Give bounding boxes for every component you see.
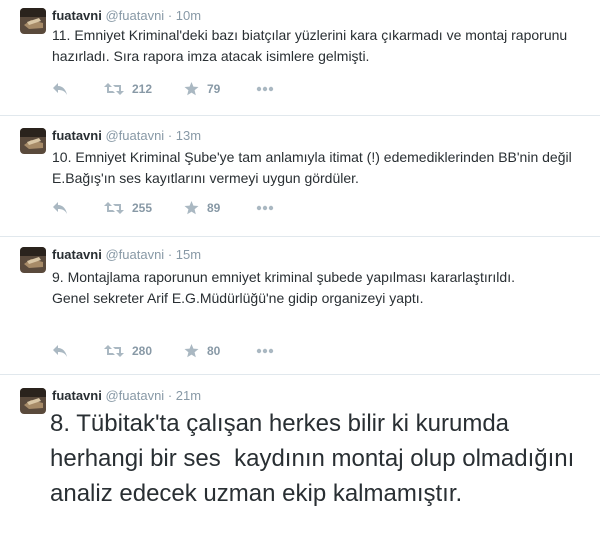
more-button[interactable] — [256, 79, 274, 99]
username[interactable]: @fuatavni — [105, 247, 164, 262]
tweet-actions: 212 79 — [52, 79, 452, 99]
more-dots-icon — [256, 205, 274, 211]
reply-button[interactable] — [52, 198, 68, 218]
retweet-button[interactable]: 280 — [104, 341, 152, 361]
favorite-count: 89 — [207, 201, 221, 215]
star-icon — [184, 82, 199, 96]
retweet-icon — [104, 201, 124, 215]
retweet-button[interactable]: 212 — [104, 79, 152, 99]
tweet[interactable]: fuatavni @fuatavni · 13m 10. Emniyet Kri… — [0, 116, 600, 237]
username[interactable]: @fuatavni — [105, 388, 164, 403]
favorite-count: 80 — [207, 344, 221, 358]
separator-dot: · — [167, 128, 173, 143]
tweet-text: 8. Tübitak'ta çalışan herkes bilir ki ku… — [50, 410, 581, 507]
tweet-header: fuatavni @fuatavni · 21m — [52, 387, 201, 405]
retweet-count: 255 — [132, 201, 153, 215]
avatar[interactable] — [20, 388, 46, 414]
more-button[interactable] — [256, 198, 274, 218]
timestamp[interactable]: 10m — [176, 8, 201, 23]
reply-arrow-icon — [52, 82, 68, 96]
retweet-icon — [104, 344, 124, 358]
tweet[interactable]: fuatavni @fuatavni · 10m 11. Emniyet Kri… — [0, 0, 600, 116]
separator-dot: · — [167, 8, 173, 23]
display-name[interactable]: fuatavni — [52, 128, 102, 143]
display-name[interactable]: fuatavni — [52, 388, 102, 403]
star-icon — [184, 344, 199, 358]
tweet-text: 9. Montajlama raporunun emniyet kriminal… — [52, 269, 515, 306]
tweet-header: fuatavni @fuatavni · 10m — [52, 7, 201, 25]
tweet-actions: 280 80 — [52, 341, 452, 361]
tweet-text: 11. Emniyet Kriminal'deki bazı biatçılar… — [52, 27, 568, 64]
reply-arrow-icon — [52, 344, 68, 358]
reply-button[interactable] — [52, 79, 68, 99]
favorite-count: 79 — [207, 82, 221, 96]
display-name[interactable]: fuatavni — [52, 8, 102, 23]
star-icon — [184, 201, 199, 215]
more-button[interactable] — [256, 341, 274, 361]
more-dots-icon — [256, 348, 274, 354]
avatar[interactable] — [20, 8, 46, 34]
username[interactable]: @fuatavni — [105, 128, 164, 143]
retweet-icon — [104, 82, 124, 96]
tweet-header: fuatavni @fuatavni · 15m — [52, 246, 201, 264]
avatar[interactable] — [20, 128, 46, 154]
tweet-expanded[interactable]: fuatavni @fuatavni · 21m 8. Tübitak'ta ç… — [0, 375, 600, 542]
tweet[interactable]: fuatavni @fuatavni · 15m 9. Montajlama r… — [0, 237, 600, 375]
timestamp[interactable]: 21m — [176, 388, 201, 403]
timestamp[interactable]: 15m — [176, 247, 201, 262]
reply-arrow-icon — [52, 201, 68, 215]
retweet-button[interactable]: 255 — [104, 198, 152, 218]
retweet-count: 212 — [132, 82, 153, 96]
favorite-button[interactable]: 80 — [184, 341, 220, 361]
username[interactable]: @fuatavni — [105, 8, 164, 23]
separator-dot: · — [167, 388, 173, 403]
reply-button[interactable] — [52, 341, 68, 361]
more-dots-icon — [256, 86, 274, 92]
favorite-button[interactable]: 79 — [184, 79, 220, 99]
favorite-button[interactable]: 89 — [184, 198, 220, 218]
tweet-timeline: fuatavni @fuatavni · 10m 11. Emniyet Kri… — [0, 0, 600, 542]
display-name[interactable]: fuatavni — [52, 247, 102, 262]
retweet-count: 280 — [132, 344, 153, 358]
timestamp[interactable]: 13m — [176, 128, 201, 143]
tweet-text: 10. Emniyet Kriminal Şube'ye tam anlamıy… — [52, 149, 572, 186]
avatar[interactable] — [20, 247, 46, 273]
separator-dot: · — [167, 247, 173, 262]
tweet-header: fuatavni @fuatavni · 13m — [52, 127, 201, 145]
tweet-actions: 255 89 — [52, 198, 452, 218]
